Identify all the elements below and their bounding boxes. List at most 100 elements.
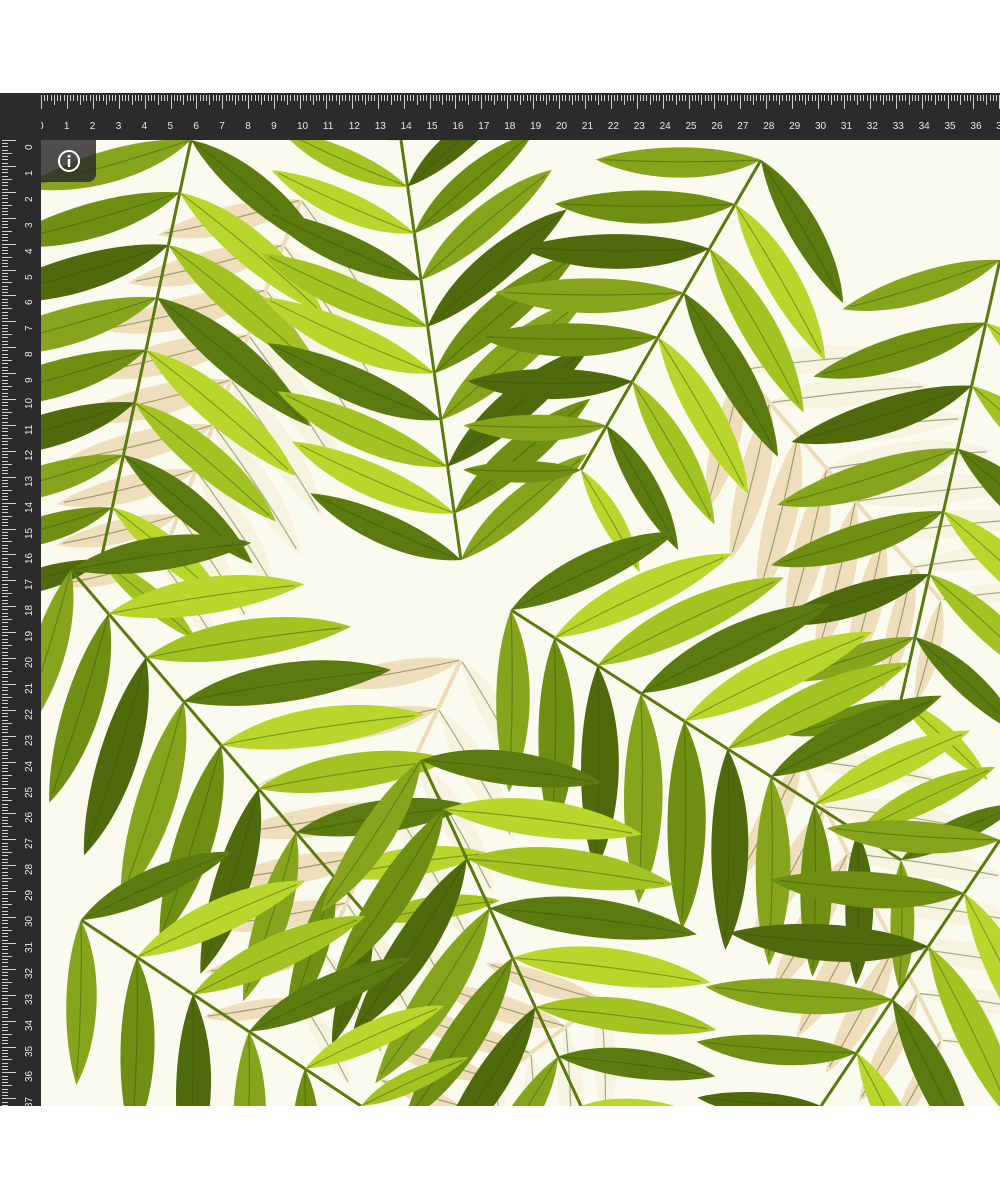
ruler-tick — [911, 95, 913, 101]
ruler-tick — [649, 95, 651, 105]
ruler-tick — [2, 321, 16, 323]
ruler-tick — [2, 696, 12, 698]
ruler-tick — [850, 95, 852, 101]
ruler-tick — [212, 95, 214, 101]
ruler-tick — [2, 334, 12, 336]
ruler-tick — [2, 693, 8, 695]
ruler-tick — [312, 95, 314, 105]
ruler-tick — [549, 95, 551, 101]
ruler-tick — [626, 95, 628, 101]
ruler-tick — [2, 1014, 8, 1016]
ruler-tick — [244, 95, 246, 101]
ruler-tick — [2, 275, 8, 277]
ruler-tick — [957, 95, 959, 101]
ruler-tick — [2, 246, 8, 248]
ruler-tick — [2, 146, 8, 148]
ruler-tick — [251, 95, 253, 101]
ruler-left-label: 12 — [24, 449, 35, 461]
ruler-tick — [526, 95, 528, 101]
ruler-tick — [782, 95, 784, 101]
ruler-top-label: 15 — [426, 121, 438, 132]
fabric-swatch-image — [41, 140, 1000, 1106]
ruler-tick — [60, 95, 62, 101]
ruler-tick — [2, 343, 8, 345]
ruler-tick — [2, 188, 8, 190]
ruler-tick — [170, 95, 172, 109]
ruler-tick — [2, 700, 8, 702]
ruler-tick — [2, 463, 12, 465]
ruler-tick — [2, 706, 8, 708]
ruler-tick — [539, 95, 541, 101]
ruler-tick — [772, 95, 774, 101]
ruler-tick — [2, 738, 8, 740]
ruler-tick — [2, 965, 8, 967]
ruler-tick — [2, 263, 8, 265]
ruler-tick — [688, 95, 690, 109]
ruler-tick — [2, 936, 8, 938]
ruler-top-label: 12 — [348, 121, 360, 132]
ruler-tick — [843, 95, 845, 109]
ruler-tick — [623, 95, 625, 105]
info-button[interactable] — [41, 140, 96, 182]
ruler-tick — [2, 1069, 8, 1071]
ruler-top-label: 23 — [633, 121, 645, 132]
ruler-tick — [118, 95, 120, 109]
ruler-tick — [805, 95, 807, 105]
ruler-tick — [633, 95, 635, 101]
ruler-tick — [154, 95, 156, 101]
ruler-tick — [2, 687, 8, 689]
ruler-left-label: 35 — [24, 1045, 35, 1057]
ruler-tick — [2, 211, 8, 213]
ruler-tick — [2, 913, 8, 915]
ruler-top-label: 8 — [245, 121, 251, 132]
ruler-tick — [536, 95, 538, 101]
ruler-tick — [2, 758, 8, 760]
ruler-tick — [529, 95, 531, 101]
ruler-tick — [915, 95, 917, 101]
ruler-tick — [497, 95, 499, 101]
ruler-tick — [2, 994, 16, 996]
ruler-tick — [293, 95, 295, 101]
ruler-top-label: 18 — [504, 121, 516, 132]
ruler-tick — [2, 470, 8, 472]
ruler-tick — [115, 95, 117, 101]
ruler-tick — [746, 95, 748, 101]
ruler-tick — [808, 95, 810, 101]
ruler-tick — [2, 816, 8, 818]
ruler-tick — [86, 95, 88, 101]
ruler-tick — [2, 1046, 16, 1048]
ruler-tick — [2, 366, 8, 368]
ruler-tick — [2, 942, 16, 944]
ruler-tick — [2, 599, 8, 601]
ruler-tick — [2, 152, 12, 154]
ruler-tick — [769, 95, 771, 101]
ruler-tick — [209, 95, 211, 105]
ruler-tick — [2, 227, 8, 229]
ruler-tick — [2, 159, 8, 161]
ruler-tick — [617, 95, 619, 101]
ruler-tick — [487, 95, 489, 101]
ruler-tick — [2, 259, 8, 261]
ruler-tick — [2, 424, 16, 426]
ruler-tick — [2, 972, 8, 974]
ruler-tick — [2, 952, 8, 954]
ruler-tick — [707, 95, 709, 101]
ruler-top-label: 28 — [763, 121, 775, 132]
ruler-tick — [358, 95, 360, 101]
ruler-tick — [724, 95, 726, 101]
ruler-tick — [47, 95, 49, 101]
ruler-tick — [410, 95, 412, 101]
ruler-tick — [898, 95, 900, 101]
ruler-tick — [918, 95, 920, 101]
ruler-top-label: 33 — [892, 121, 904, 132]
ruler-tick — [730, 95, 732, 101]
ruler-tick — [287, 95, 289, 105]
ruler-tick — [597, 95, 599, 105]
ruler-tick — [125, 95, 127, 101]
ruler-tick — [594, 95, 596, 101]
ruler-tick — [646, 95, 648, 101]
ruler-tick — [2, 1004, 8, 1006]
ruler-tick — [785, 95, 787, 101]
ruler-tick — [2, 220, 8, 222]
ruler-tick — [853, 95, 855, 101]
